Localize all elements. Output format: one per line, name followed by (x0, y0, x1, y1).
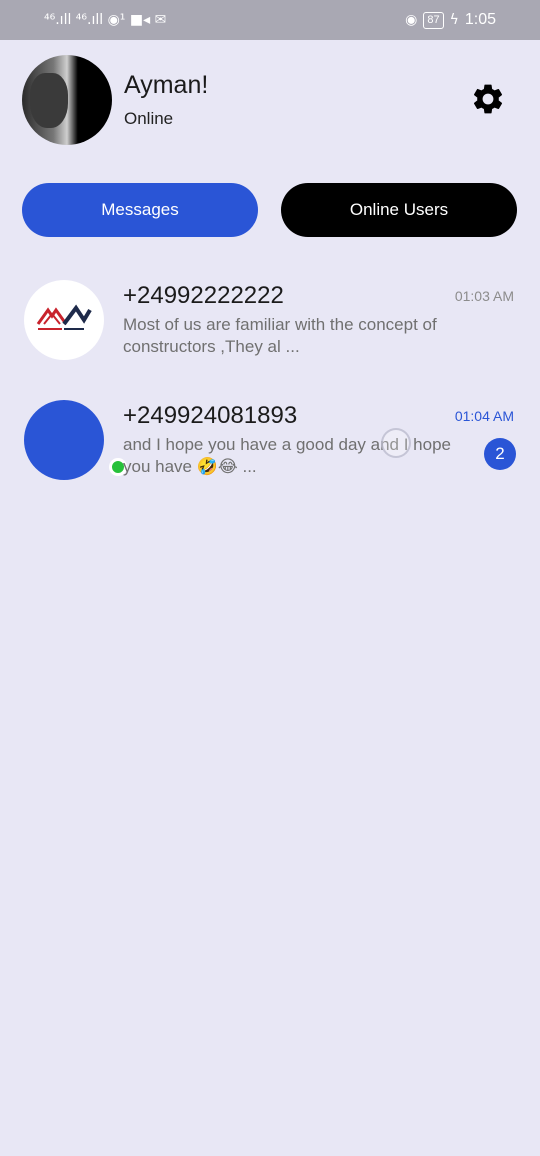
list-item[interactable]: +249924081893 01:04 AM and I hope you ha… (0, 398, 540, 488)
company-logo-icon (36, 304, 92, 330)
profile-header: Ayman! Online (22, 55, 518, 145)
message-preview: and I hope you have a good day and I hop… (123, 435, 451, 476)
contact-avatar (24, 280, 104, 360)
gear-icon[interactable] (470, 81, 506, 117)
unread-badge: 2 (484, 438, 516, 470)
user-name: Ayman! (124, 71, 209, 99)
contact-avatar (24, 400, 127, 480)
status-bar: ⁴⁶.ıll ⁴⁶.ıll ◉¹ ■◂ ✉ ◉ 87 ϟ 1:05 (0, 0, 540, 40)
battery-icon: 87 (423, 11, 444, 29)
status-indicators: ⁴⁶.ıll ⁴⁶.ıll ◉¹ ■◂ ✉ (44, 12, 167, 28)
contact-name: +249924081893 (123, 402, 298, 429)
avatar[interactable] (22, 55, 112, 145)
eye-icon: ◉ (405, 12, 418, 28)
user-status: Online (124, 109, 174, 128)
message-time: 01:03 AM (454, 288, 514, 304)
list-item[interactable]: +24992222222 01:03 AM Most of us are fam… (0, 278, 540, 368)
tab-messages[interactable]: Messages (22, 183, 258, 237)
touch-indicator (381, 428, 411, 458)
message-time: 01:04 AM (454, 408, 514, 424)
avatar-photo (30, 73, 68, 128)
message-preview: Most of us are familiar with the concept… (123, 315, 437, 356)
contact-name: +24992222222 (123, 282, 284, 309)
status-time: 1:05 (464, 11, 496, 28)
charging-icon: ϟ (449, 12, 459, 28)
tab-online-users[interactable]: Online Users (281, 183, 517, 237)
